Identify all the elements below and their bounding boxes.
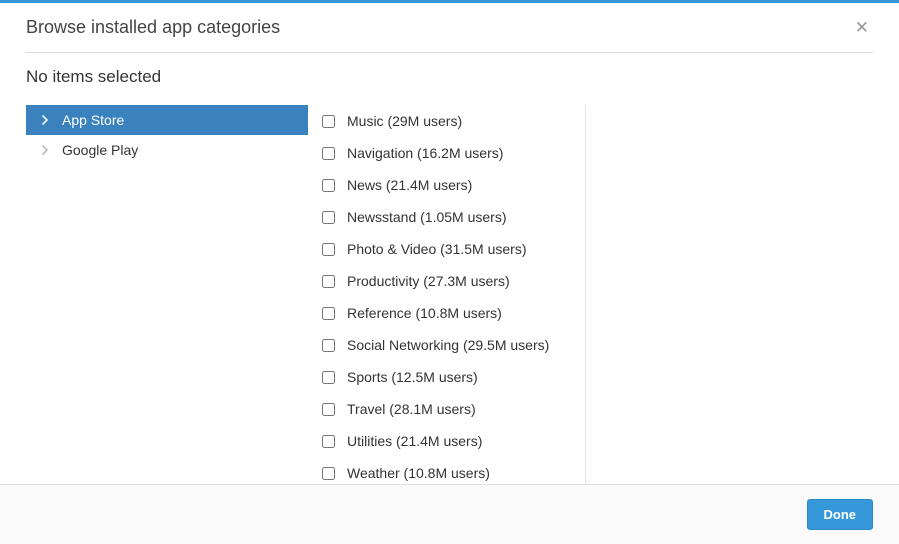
category-label: Social Networking (29.5M users) <box>347 337 549 353</box>
sources-column: App Store Google Play <box>26 105 308 485</box>
category-checkbox[interactable] <box>322 243 335 256</box>
categories-column: Music (29M users) Navigation (16.2M users… <box>308 105 586 485</box>
category-label: Travel (28.1M users) <box>347 401 476 417</box>
category-item[interactable]: Utilities (21.4M users) <box>308 425 585 457</box>
source-item-google-play[interactable]: Google Play <box>26 135 308 165</box>
category-checkbox[interactable] <box>322 371 335 384</box>
category-checkbox[interactable] <box>322 435 335 448</box>
category-label: Music (29M users) <box>347 113 462 129</box>
category-label: News (21.4M users) <box>347 177 472 193</box>
done-button[interactable]: Done <box>807 499 874 530</box>
source-item-label: Google Play <box>62 142 296 158</box>
category-label: Newsstand (1.05M users) <box>347 209 507 225</box>
browse-columns: App Store Google Play Music (29M users) Na… <box>26 105 873 485</box>
category-checkbox[interactable] <box>322 403 335 416</box>
category-item[interactable]: Productivity (27.3M users) <box>308 265 585 297</box>
category-checkbox[interactable] <box>322 147 335 160</box>
category-label: Photo & Video (31.5M users) <box>347 241 527 257</box>
category-item[interactable]: News (21.4M users) <box>308 169 585 201</box>
category-item[interactable]: Sports (12.5M users) <box>308 361 585 393</box>
category-checkbox[interactable] <box>322 339 335 352</box>
chevron-right-icon <box>38 145 52 155</box>
category-item[interactable]: Travel (28.1M users) <box>308 393 585 425</box>
close-icon: ✕ <box>855 18 869 37</box>
category-item[interactable]: Weather (10.8M users) <box>308 457 585 485</box>
category-item[interactable]: Photo & Video (31.5M users) <box>308 233 585 265</box>
category-label: Productivity (27.3M users) <box>347 273 510 289</box>
source-item-app-store[interactable]: App Store <box>26 105 308 135</box>
category-checkbox[interactable] <box>322 115 335 128</box>
category-checkbox[interactable] <box>322 307 335 320</box>
category-checkbox[interactable] <box>322 467 335 480</box>
selection-status: No items selected <box>26 67 873 87</box>
category-checkbox[interactable] <box>322 211 335 224</box>
category-checkbox[interactable] <box>322 179 335 192</box>
category-item[interactable]: Navigation (16.2M users) <box>308 137 585 169</box>
category-label: Sports (12.5M users) <box>347 369 478 385</box>
category-label: Weather (10.8M users) <box>347 465 490 481</box>
category-label: Navigation (16.2M users) <box>347 145 503 161</box>
modal-footer: Done <box>0 484 899 544</box>
category-item[interactable]: Social Networking (29.5M users) <box>308 329 585 361</box>
chevron-right-icon <box>38 115 52 125</box>
modal-title: Browse installed app categories <box>26 17 280 38</box>
category-item[interactable]: Newsstand (1.05M users) <box>308 201 585 233</box>
close-button[interactable]: ✕ <box>851 19 873 36</box>
category-label: Utilities (21.4M users) <box>347 433 482 449</box>
source-item-label: App Store <box>62 112 296 128</box>
category-checkbox[interactable] <box>322 275 335 288</box>
category-label: Reference (10.8M users) <box>347 305 502 321</box>
category-item[interactable]: Reference (10.8M users) <box>308 297 585 329</box>
category-item[interactable]: Music (29M users) <box>308 105 585 137</box>
